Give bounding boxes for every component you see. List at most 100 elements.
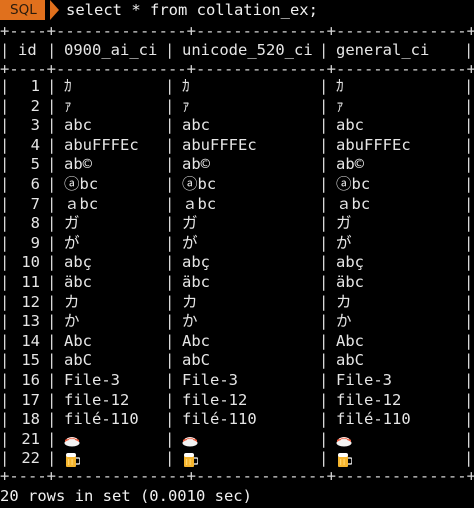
table-cell: か [336, 312, 352, 331]
table-cell: abç [182, 253, 210, 272]
column-separator: | [47, 77, 57, 95]
table-cell: filé-110 [336, 410, 411, 429]
column-separator: | [47, 41, 57, 59]
column-separator: | [165, 77, 175, 95]
beer-icon [336, 451, 352, 468]
column-separator: | [319, 371, 329, 389]
column-separator: | [165, 292, 175, 311]
sushi-icon [64, 433, 80, 447]
table-cell: ガ [64, 214, 80, 233]
row-id: 13 [21, 312, 40, 331]
row-id: 18 [21, 410, 40, 429]
table-cell: abuFFFEc [182, 135, 257, 154]
table-cell: abc [336, 116, 364, 135]
table-cell: が [182, 233, 198, 252]
column-separator: | [319, 390, 329, 409]
table-cell: Abc [64, 331, 92, 350]
table-cell: ｶ [182, 77, 190, 95]
column-separator: | [47, 390, 57, 409]
column-separator: | [319, 175, 329, 193]
column-separator: | [319, 96, 329, 115]
column-separator: | [464, 96, 474, 115]
column-separator: | [0, 331, 10, 350]
column-separator: | [165, 312, 175, 331]
column-separator: | [47, 194, 57, 213]
column-separator: | [464, 77, 474, 95]
column-separator: | [0, 214, 10, 233]
table-cell: abç [336, 253, 364, 272]
table-cell: Abc [336, 331, 364, 350]
column-separator: | [319, 331, 329, 350]
column-separator: | [464, 41, 474, 59]
table-cell: ｧ [64, 96, 72, 115]
column-separator: | [464, 410, 474, 429]
column-separator: | [0, 175, 10, 193]
row-id: 7 [30, 194, 40, 213]
table-cell: か [64, 312, 80, 331]
row-id: 2 [30, 96, 40, 115]
column-separator: | [319, 116, 329, 135]
column-separator: | [319, 214, 329, 233]
table-cell: ｧ [336, 96, 344, 115]
column-separator: | [47, 331, 57, 350]
row-id: 1 [30, 77, 40, 95]
table-cell: file-12 [336, 390, 402, 409]
column-separator: | [319, 253, 329, 272]
column-separator: | [47, 155, 57, 174]
row-id: 11 [21, 273, 40, 291]
sushi-icon [182, 433, 198, 447]
table-cell: ⓐbc [64, 175, 99, 193]
column-separator: | [0, 273, 10, 291]
column-separator: | [165, 351, 175, 370]
column-header-id: id [18, 41, 37, 59]
column-separator: | [47, 410, 57, 429]
column-separator: | [464, 273, 474, 291]
row-id: 5 [30, 155, 40, 174]
column-separator: | [464, 371, 474, 389]
prompt-arrow-icon [50, 0, 59, 20]
beer-icon [64, 451, 80, 468]
column-separator: | [0, 155, 10, 174]
column-separator: | [47, 96, 57, 115]
table-cell: File-3 [64, 371, 120, 389]
row-id: 8 [30, 214, 40, 233]
table-cell: äbc [182, 273, 210, 291]
column-separator: | [165, 116, 175, 135]
table-cell: abC [336, 351, 364, 370]
column-separator: | [165, 429, 175, 448]
column-separator: | [464, 233, 474, 252]
terminal-window[interactable]: SQL select * from collation_ex; +----+--… [0, 0, 474, 508]
table-cell: abc [182, 116, 210, 135]
result-summary: 20 rows in set (0.0010 sec) [0, 487, 252, 505]
table-cell: が [64, 233, 80, 252]
table-top-border: +----+--------------+--------------+----… [0, 22, 474, 40]
column-separator: | [319, 273, 329, 291]
column-separator: | [47, 351, 57, 370]
table-bottom-border: +----+--------------+--------------+----… [0, 467, 474, 485]
column-separator: | [0, 135, 10, 154]
column-separator: | [464, 429, 474, 448]
column-separator: | [464, 351, 474, 370]
column-separator: | [0, 312, 10, 331]
column-separator: | [319, 77, 329, 95]
column-separator: | [0, 410, 10, 429]
column-separator: | [464, 214, 474, 233]
table-cell: File-3 [182, 371, 238, 389]
column-separator: | [0, 371, 10, 389]
column-separator: | [165, 135, 175, 154]
column-separator: | [0, 194, 10, 213]
column-separator: | [47, 253, 57, 272]
table-cell: カ [182, 292, 198, 311]
column-separator: | [47, 429, 57, 448]
table-cell: カ [64, 292, 80, 311]
column-separator: | [464, 331, 474, 350]
column-separator: | [0, 351, 10, 370]
column-separator: | [165, 390, 175, 409]
column-separator: | [0, 390, 10, 409]
row-id: 10 [21, 253, 40, 272]
column-separator: | [47, 273, 57, 291]
table-cell: ａbc [64, 194, 99, 213]
column-header-0900-ai-ci: 0900_ai_ci [64, 41, 158, 59]
column-separator: | [165, 175, 175, 193]
column-separator: | [165, 214, 175, 233]
